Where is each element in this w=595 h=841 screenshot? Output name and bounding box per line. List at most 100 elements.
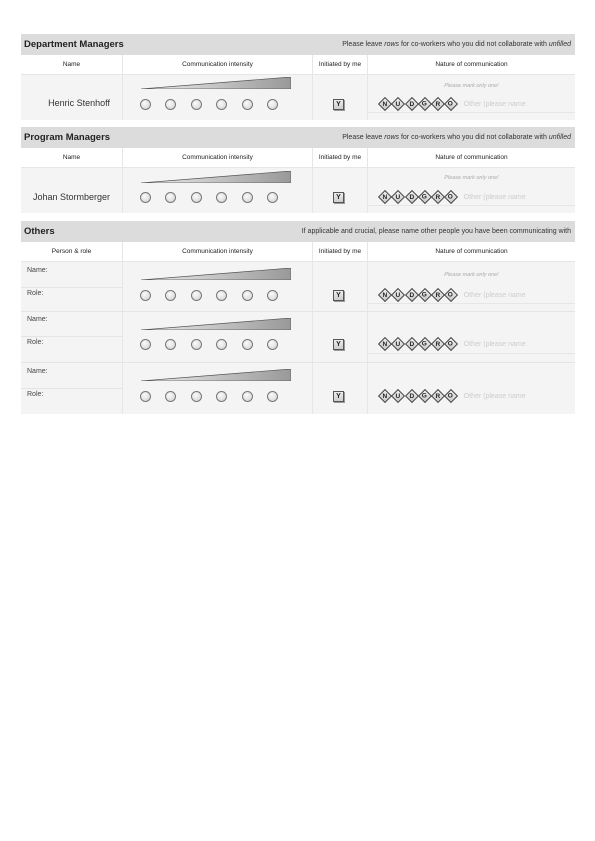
nature-option-o[interactable]: O [444, 189, 459, 205]
initiated-checkbox[interactable]: Y [333, 99, 344, 110]
nature-option-d[interactable]: D [404, 336, 419, 352]
intensity-radio-1[interactable] [140, 99, 151, 110]
col-intensity-header: Communication intensity [122, 55, 312, 74]
nature-option-u[interactable]: U [391, 336, 406, 352]
col-initiated-header: Initiated by me [312, 148, 367, 167]
intensity-radio-2[interactable] [165, 290, 177, 301]
intensity-radio-5[interactable] [241, 339, 253, 350]
col-name-header: Name [62, 61, 81, 68]
nature-options: NUDGRO Other (please name [377, 96, 526, 112]
intensity-scale-wedge [141, 77, 291, 89]
col-person-header: Person & role [51, 248, 92, 255]
intensity-radio-2[interactable] [165, 99, 177, 110]
intensity-radio-1[interactable] [140, 290, 151, 301]
intensity-options [140, 99, 292, 110]
intensity-radio-4[interactable] [216, 99, 228, 110]
nature-option-g[interactable]: G [417, 388, 432, 404]
nature-option-u[interactable]: U [391, 189, 406, 205]
nature-option-o[interactable]: O [444, 336, 459, 352]
column-headers: Person & role Communication intensity In… [21, 242, 575, 262]
intensity-radio-5[interactable] [241, 290, 253, 301]
intensity-radio-1[interactable] [140, 391, 151, 402]
intensity-scale-wedge [141, 369, 291, 381]
intensity-radio-6[interactable] [266, 290, 278, 301]
nature-option-d[interactable]: D [404, 96, 419, 112]
intensity-radio-4[interactable] [216, 339, 228, 350]
intensity-radio-4[interactable] [216, 391, 228, 402]
initiated-checkbox[interactable]: Y [333, 192, 344, 203]
name-label[interactable]: Name: [27, 368, 48, 375]
intensity-scale-wedge [141, 268, 291, 280]
nature-option-u[interactable]: U [391, 96, 406, 112]
section-note: Please leave rows for co-workers who you… [342, 41, 571, 48]
other-person-row: Name: Role: Y NUDGRO Other (please name [21, 362, 575, 414]
intensity-radio-3[interactable] [190, 192, 202, 203]
intensity-options [140, 339, 292, 350]
nature-options: NUDGRO Other (please name [377, 336, 526, 352]
col-intensity-header: Communication intensity [122, 148, 312, 167]
nature-option-u[interactable]: U [391, 287, 406, 303]
nature-option-o[interactable]: O [444, 287, 459, 303]
initiated-checkbox[interactable]: Y [333, 290, 344, 301]
other-person-row: Name: Role: Y Please mark only one! NUDG… [21, 262, 575, 311]
intensity-radio-5[interactable] [241, 391, 253, 402]
intensity-radio-4[interactable] [216, 290, 228, 301]
intensity-radio-3[interactable] [190, 99, 202, 110]
intensity-radio-4[interactable] [216, 192, 228, 203]
nature-option-d[interactable]: D [404, 287, 419, 303]
col-name-header: Name [62, 154, 81, 161]
col-initiated-header: Initiated by me [312, 242, 367, 261]
section-header: Others If applicable and crucial, please… [21, 221, 575, 242]
name-label[interactable]: Name: [27, 267, 48, 274]
intensity-radio-3[interactable] [190, 391, 202, 402]
nature-option-d[interactable]: D [404, 388, 419, 404]
role-label[interactable]: Role: [27, 290, 43, 297]
other-input[interactable]: Other (please name [464, 194, 526, 201]
intensity-radio-1[interactable] [140, 192, 151, 203]
nature-option-g[interactable]: G [417, 189, 432, 205]
other-input[interactable]: Other (please name [464, 341, 526, 348]
nature-option-o[interactable]: O [444, 96, 459, 112]
intensity-scale-wedge [141, 318, 291, 330]
others-section: Others If applicable and crucial, please… [21, 221, 575, 414]
other-input[interactable]: Other (please name [464, 292, 526, 299]
intensity-radio-5[interactable] [241, 99, 253, 110]
role-label[interactable]: Role: [27, 391, 43, 398]
other-input[interactable]: Other (please name [464, 393, 526, 400]
intensity-options [140, 192, 292, 203]
intensity-radio-3[interactable] [190, 339, 202, 350]
nature-options: NUDGRO Other (please name [377, 189, 526, 205]
intensity-radio-2[interactable] [165, 339, 177, 350]
other-input[interactable]: Other (please name [464, 101, 526, 108]
person-row: Henric Stenhoff Y Please mark only one! … [21, 75, 575, 120]
intensity-radio-2[interactable] [165, 391, 177, 402]
name-label[interactable]: Name: [27, 316, 48, 323]
program-managers-section: Program Managers Please leave rows for c… [21, 127, 575, 213]
intensity-radio-5[interactable] [241, 192, 253, 203]
nature-option-u[interactable]: U [391, 388, 406, 404]
intensity-radio-6[interactable] [266, 391, 278, 402]
mark-hint: Please mark only one! [444, 272, 499, 278]
nature-option-g[interactable]: G [417, 287, 432, 303]
intensity-options [140, 391, 292, 402]
section-title: Program Managers [24, 132, 111, 143]
role-label[interactable]: Role: [27, 339, 43, 346]
intensity-radio-2[interactable] [165, 192, 177, 203]
intensity-radio-6[interactable] [266, 192, 278, 203]
intensity-radio-3[interactable] [190, 290, 202, 301]
intensity-radio-6[interactable] [266, 99, 278, 110]
section-note: Please leave rows for co-workers who you… [342, 134, 571, 141]
col-initiated-header: Initiated by me [312, 55, 367, 74]
intensity-radio-1[interactable] [140, 339, 151, 350]
initiated-checkbox[interactable]: Y [333, 391, 344, 402]
col-nature-header: Nature of communication [367, 148, 575, 167]
nature-option-o[interactable]: O [444, 388, 459, 404]
initiated-checkbox[interactable]: Y [333, 339, 344, 350]
section-title: Others [24, 226, 55, 237]
intensity-radio-6[interactable] [266, 339, 278, 350]
intensity-scale-wedge [141, 171, 291, 183]
nature-option-g[interactable]: G [417, 336, 432, 352]
nature-option-g[interactable]: G [417, 96, 432, 112]
nature-option-d[interactable]: D [404, 189, 419, 205]
department-managers-section: Department Managers Please leave rows fo… [21, 34, 575, 120]
